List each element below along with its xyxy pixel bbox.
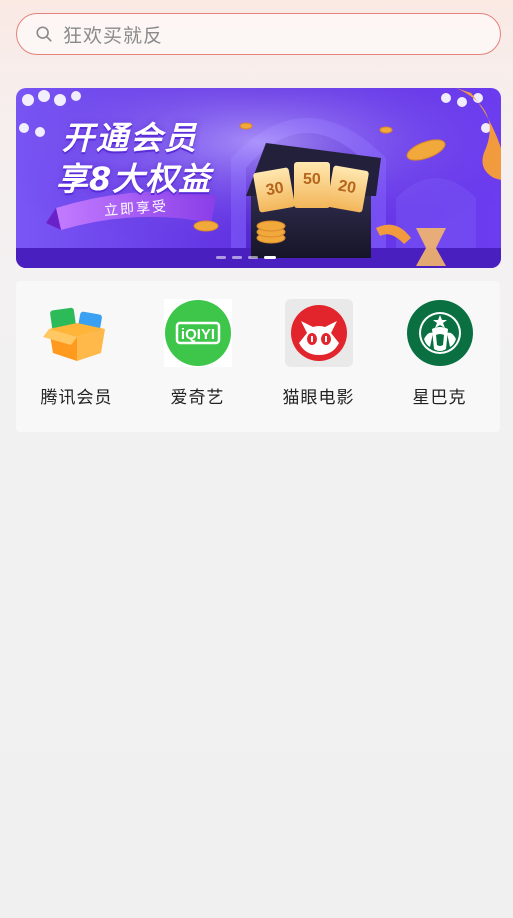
grid-item-starbucks[interactable]: 星巴克 (379, 281, 500, 432)
grid-item-label: 猫眼电影 (282, 388, 355, 408)
maoyan-icon (284, 299, 353, 367)
banner-subtitle: 享8大权益 (56, 160, 212, 198)
iqiyi-icon: iQIYI (163, 299, 232, 367)
svg-text:iQIYI: iQIYI (180, 326, 214, 343)
membership-banner[interactable]: 30 50 20 开通会员 享8大权益 立即享受 (16, 88, 501, 268)
tencent-video-icon (42, 307, 105, 361)
carousel-indicator (216, 256, 276, 259)
search-placeholder: 狂欢买就反 (63, 24, 164, 47)
grid-item-label: 腾讯会员 (40, 388, 113, 408)
carousel-dot-active (264, 256, 276, 259)
carousel-dot (248, 256, 258, 259)
ticket-value-3: 20 (337, 177, 358, 197)
banner-title: 开通会员 (62, 119, 199, 157)
grid-item-maoyan[interactable]: 猫眼电影 (258, 281, 379, 432)
search-bar[interactable]: 狂欢买就反 (16, 13, 501, 55)
ticket-value-2: 50 (303, 171, 321, 188)
ticket-value-1: 30 (265, 179, 286, 199)
grid-item-tencent[interactable]: 腾讯会员 (16, 281, 137, 432)
carousel-dot (232, 256, 242, 259)
search-icon (36, 26, 52, 42)
carousel-dot (216, 256, 226, 259)
grid-item-iqiyi[interactable]: iQIYI 爱奇艺 (137, 281, 258, 432)
grid-item-label: 星巴克 (412, 388, 467, 408)
starbucks-icon (406, 300, 473, 366)
grid-item-label: 爱奇艺 (170, 388, 225, 408)
membership-grid: 腾讯会员 iQIYI 爱奇艺 猫眼电影 星巴克 (16, 281, 500, 432)
